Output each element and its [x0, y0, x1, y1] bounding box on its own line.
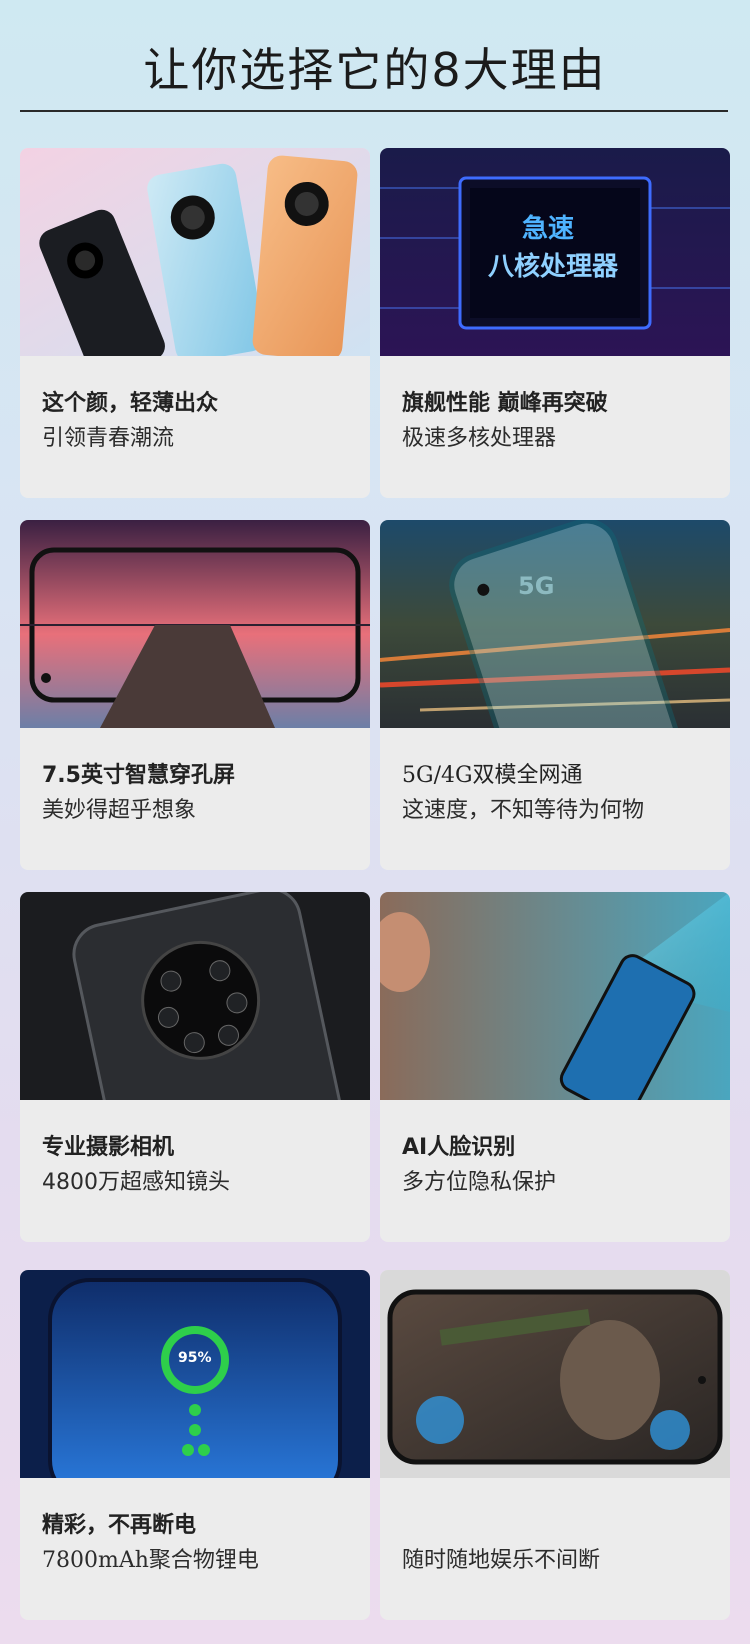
card-subline: 这速度，不知等待为何物: [402, 798, 645, 823]
feature-card-screen[interactable]: 7.5英寸智慧穿孔屏 美妙得超乎想象: [20, 520, 370, 870]
phones-colors-image: [20, 148, 370, 356]
face-recognition-image: [380, 892, 730, 1100]
punch-hole-screen-image: [20, 520, 370, 728]
feature-card-design[interactable]: 这个颜，轻薄出众 引领青春潮流: [20, 148, 370, 498]
card-subline: 随时随地娱乐不间断: [402, 1548, 601, 1573]
title-divider: [20, 110, 728, 112]
5g-badge: 5G: [518, 572, 555, 600]
5g-phone-road-image: 5G: [380, 520, 730, 728]
feature-card-camera[interactable]: 专业摄影相机 4800万超感知镜头: [20, 892, 370, 1242]
battery-charging-image: 95%: [20, 1270, 370, 1478]
card-subline: 引领青春潮流: [42, 426, 175, 451]
mobile-game-image: [380, 1270, 730, 1478]
feature-card-performance[interactable]: 急速 八核处理器 旗舰性能 巅峰再突破 极速多核处理器: [380, 148, 730, 498]
feature-card-gaming[interactable]: 随时随地娱乐不间断: [380, 1270, 730, 1620]
card-subline: 极速多核处理器: [402, 426, 557, 451]
chip-text-1: 急速: [522, 214, 575, 244]
card-headline: 7.5英寸智慧穿孔屏: [42, 763, 235, 788]
camera-module-image: [20, 892, 370, 1100]
card-headline: 这个颜，轻薄出众: [42, 391, 219, 416]
card-headline: 5G/4G双模全网通: [402, 763, 583, 788]
card-headline: 旗舰性能 巅峰再突破: [402, 391, 608, 416]
card-subline: 多方位隐私保护: [402, 1170, 557, 1195]
chip-text-2: 八核处理器: [488, 252, 619, 282]
feature-card-battery[interactable]: 95% 精彩，不再断电 7800mAh聚合物锂电: [20, 1270, 370, 1620]
card-headline: AI人脸识别: [402, 1135, 516, 1160]
feature-card-network[interactable]: 5G 5G/4G双模全网通 这速度，不知等待为何物: [380, 520, 730, 870]
card-headline: 精彩，不再断电: [42, 1513, 197, 1538]
feature-card-face-id[interactable]: AI人脸识别 多方位隐私保护: [380, 892, 730, 1242]
battery-percent: 95%: [178, 1350, 212, 1366]
page-title: 让你选择它的8大理由: [143, 43, 607, 97]
card-headline: 专业摄影相机: [42, 1135, 175, 1160]
processor-chip-image: 急速 八核处理器: [380, 148, 730, 356]
card-subline: 美妙得超乎想象: [42, 798, 197, 823]
card-subline: 7800mAh聚合物锂电: [42, 1548, 259, 1573]
card-subline: 4800万超感知镜头: [42, 1170, 230, 1195]
